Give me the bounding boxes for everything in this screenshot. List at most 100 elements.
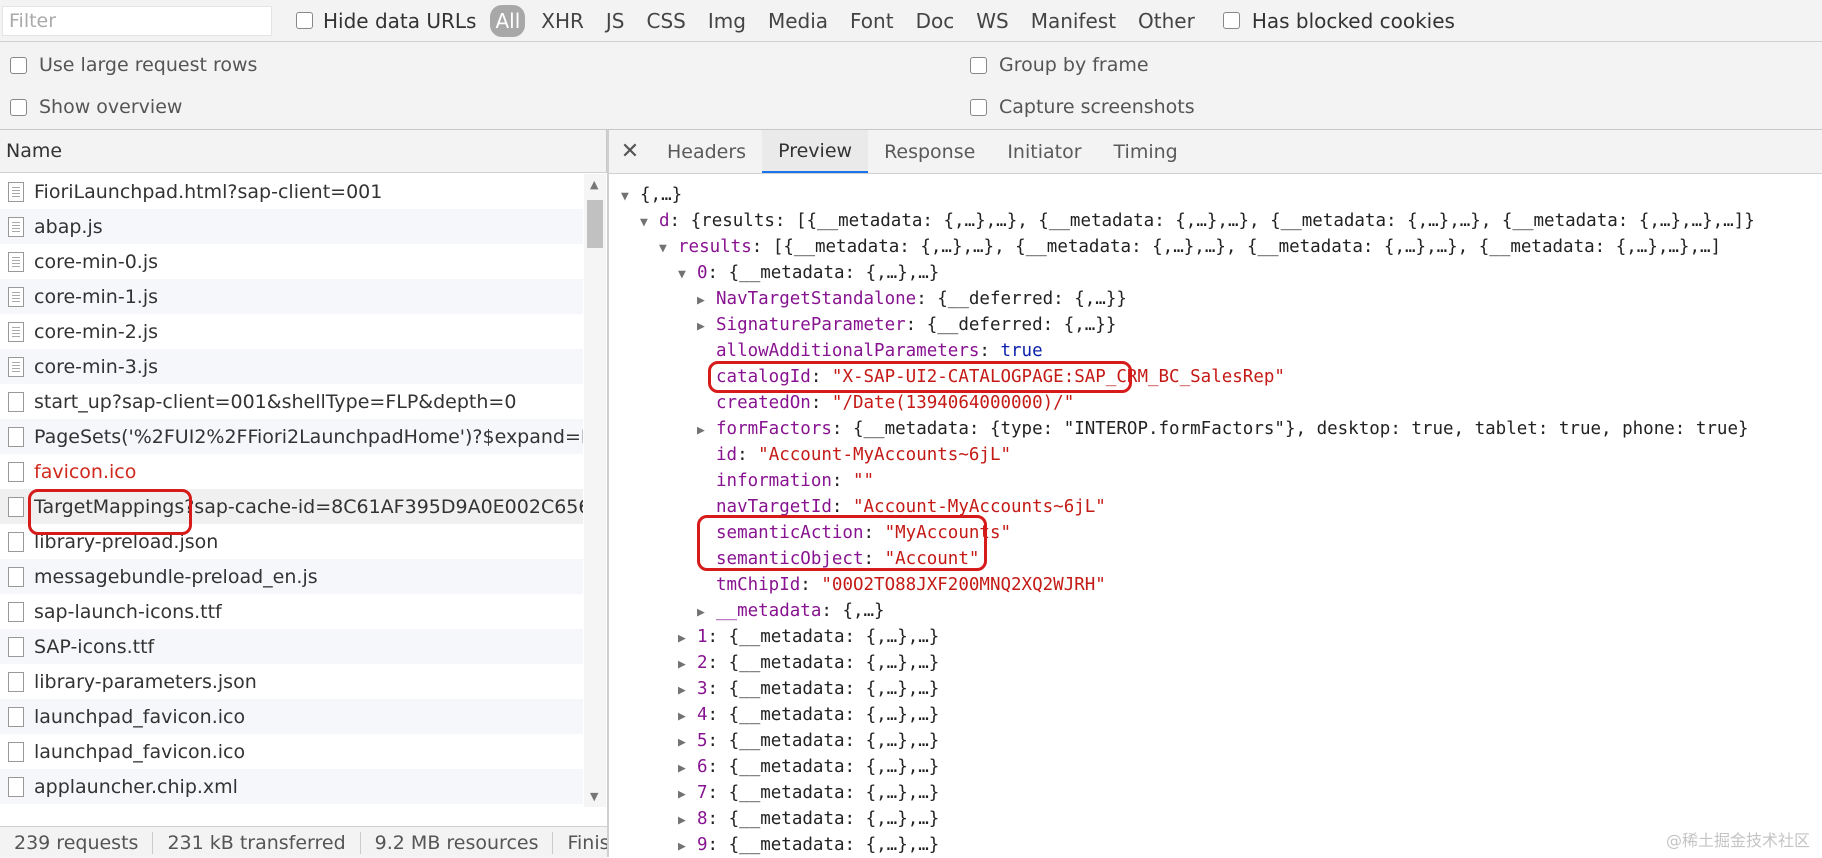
filter-type-media[interactable]: Media [762,5,834,37]
tree-node-d[interactable]: ▼ d: {results: [{__metadata: {,…},…}, {__… [640,208,1755,234]
tab-initiator[interactable]: Initiator [991,130,1097,173]
preview-pane: ▼ {,…} ▼ d: {results: [{__metadata: {,…},…… [609,174,1822,857]
request-name: core-min-3.js [34,355,159,378]
tab-timing[interactable]: Timing [1098,130,1194,173]
capture-screenshots-checkbox[interactable]: Capture screenshots [970,96,1195,118]
scroll-thumb[interactable] [587,200,603,248]
tree-node-result-item[interactable]: ▶ 9: {__metadata: {,…},…} [678,832,939,857]
request-row[interactable]: start_up?sap-client=001&shellType=FLP&de… [0,384,583,419]
request-row[interactable]: FioriLaunchpad.html?sap-client=001 [0,174,583,209]
item-value: {__metadata: {,…},…} [728,783,940,803]
filter-type-img[interactable]: Img [702,5,752,37]
request-name: FioriLaunchpad.html?sap-client=001 [34,180,383,203]
filter-type-font[interactable]: Font [844,5,900,37]
request-row[interactable]: core-min-3.js [0,349,583,384]
prop-tmchipid: tmChipId: "00O2TO88JXF200MNQ2XQ2WJRH" [716,575,1106,595]
large-rows-label: Use large request rows [39,54,258,76]
highlight-targetmappings [28,489,192,535]
request-row[interactable]: SAP-icons.ttf [0,629,583,664]
request-row[interactable]: core-min-1.js [0,279,583,314]
tree-node-signatureparameter[interactable]: ▶ SignatureParameter: {__deferred: {,…}} [697,312,1116,338]
expanded-triangle-icon: ▼ [678,267,686,282]
request-row[interactable]: abap.js [0,209,583,244]
scroll-down-icon[interactable]: ▼ [590,790,598,803]
filter-type-ws[interactable]: WS [970,5,1014,37]
document-icon [8,461,24,482]
name-header-label: Name [6,140,63,162]
has-blocked-cookies-checkbox[interactable]: Has blocked cookies [1222,9,1455,33]
tree-node-results[interactable]: ▼ results: [{__metadata: {,…},…}, {__meta… [659,234,1721,260]
request-list-scrollbar[interactable]: ▲ ▼ [584,174,606,807]
tree-node-0[interactable]: ▼ 0: {__metadata: {,…},…} [678,260,939,286]
request-row[interactable]: sap-launch-icons.ttf [0,594,583,629]
filter-input[interactable] [2,5,272,36]
network-toolbar: Hide data URLs All XHR JS CSS Img Media … [0,0,1822,42]
request-row[interactable]: library-parameters.json [0,664,583,699]
tree-node-result-item[interactable]: ▶ 3: {__metadata: {,…},…} [678,676,939,702]
document-icon [8,286,24,307]
request-name: applauncher.chip.xml [34,775,238,798]
collapsed-triangle-icon: ▶ [678,709,686,724]
item-index: 5 [697,731,708,751]
document-icon [8,321,24,342]
collapsed-triangle-icon: ▶ [697,423,705,438]
request-name: library-parameters.json [34,670,257,693]
request-row[interactable]: applauncher.chip.xml [0,769,583,804]
show-overview-checkbox[interactable]: Show overview [10,96,182,118]
tree-node-result-item[interactable]: ▶ 5: {__metadata: {,…},…} [678,728,939,754]
tree-root[interactable]: ▼ {,…} [621,182,682,208]
item-value: {__metadata: {,…},…} [728,835,940,855]
tree-node-result-item[interactable]: ▶ 8: {__metadata: {,…},…} [678,806,939,832]
request-name: launchpad_favicon.ico [34,705,246,728]
highlight-catalogid [708,361,1132,393]
request-name: core-min-1.js [34,285,159,308]
collapsed-triangle-icon: ▶ [697,319,705,334]
document-icon [8,531,24,552]
collapsed-triangle-icon: ▶ [697,293,705,308]
network-settings: Use large request rows Show overview Gro… [0,42,1822,130]
scroll-up-icon[interactable]: ▲ [590,178,598,191]
tree-node-result-item[interactable]: ▶ 6: {__metadata: {,…},…} [678,754,939,780]
filter-type-manifest[interactable]: Manifest [1025,5,1122,37]
tree-node-navtargetstandalone[interactable]: ▶ NavTargetStandalone: {__deferred: {,…}} [697,286,1127,312]
hide-data-urls-checkbox[interactable]: Hide data URLs [296,9,476,33]
status-item: Finish: 2. [567,831,607,854]
large-rows-checkbox[interactable]: Use large request rows [10,54,257,76]
tree-node-result-item[interactable]: ▶ 7: {__metadata: {,…},…} [678,780,939,806]
tree-node-metadata[interactable]: ▶ __metadata: {,…} [697,598,885,624]
collapsed-triangle-icon: ▶ [697,605,705,620]
request-row[interactable]: launchpad_favicon.ico [0,734,583,769]
request-row[interactable]: core-min-0.js [0,244,583,279]
request-name: launchpad_favicon.ico [34,740,246,763]
tree-node-result-item[interactable]: ▶ 1: {__metadata: {,…},…} [678,624,939,650]
filter-type-other[interactable]: Other [1132,5,1201,37]
filter-type-doc[interactable]: Doc [910,5,961,37]
tab-headers[interactable]: Headers [651,130,762,173]
filter-type-css[interactable]: CSS [641,5,692,37]
filter-type-all[interactable]: All [490,4,526,37]
tree-node-result-item[interactable]: ▶ 4: {__metadata: {,…},…} [678,702,939,728]
document-icon [8,671,24,692]
prop-id: id: "Account-MyAccounts~6jL" [716,445,1012,465]
tab-preview[interactable]: Preview [762,130,869,173]
request-row[interactable]: launchpad_favicon.ico [0,699,583,734]
checkbox-icon [10,98,27,116]
collapsed-triangle-icon: ▶ [678,839,686,854]
request-row[interactable]: core-min-2.js [0,314,583,349]
checkbox-icon [970,56,987,74]
request-row[interactable]: messagebundle-preload_en.js [0,559,583,594]
request-row[interactable]: favicon.ico [0,454,583,489]
group-by-frame-checkbox[interactable]: Group by frame [970,54,1149,76]
tree-node-formfactors[interactable]: ▶ formFactors: {__metadata: {type: "INTER… [697,416,1749,442]
expanded-triangle-icon: ▼ [640,215,648,230]
document-icon [8,496,24,517]
show-overview-label: Show overview [39,96,183,118]
tree-node-result-item[interactable]: ▶ 2: {__metadata: {,…},…} [678,650,939,676]
request-row[interactable]: PageSets('%2FUI2%2FFiori2LaunchpadHome')… [0,419,583,454]
filter-type-js[interactable]: JS [600,5,631,37]
close-icon[interactable]: ✕ [609,130,651,173]
item-index: 7 [697,783,708,803]
tab-response[interactable]: Response [868,130,991,173]
filter-type-xhr[interactable]: XHR [535,5,590,37]
name-column-header[interactable]: Name [0,130,607,173]
